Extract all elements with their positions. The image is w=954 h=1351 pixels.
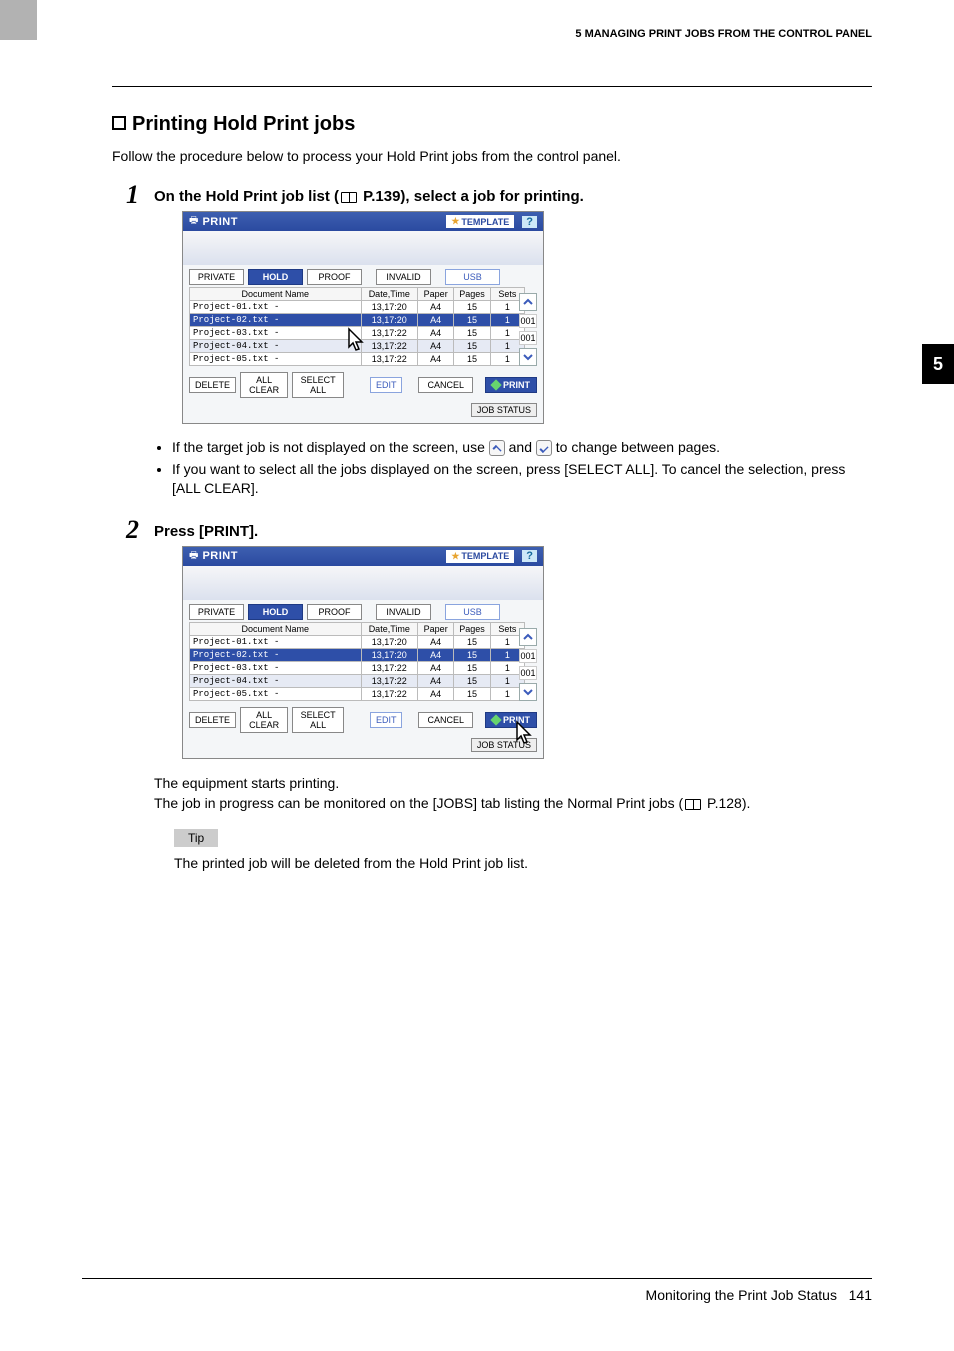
tab-invalid[interactable]: INVALID	[376, 604, 431, 620]
scroll-down-icon[interactable]	[519, 683, 537, 701]
select-all-button[interactable]: SELECT ALL	[292, 707, 344, 733]
cancel-button[interactable]: CANCEL	[418, 712, 473, 728]
table-row[interactable]: Project-01.txt -13,17:20A4151	[190, 635, 525, 648]
scroll-up-icon[interactable]	[519, 628, 537, 646]
col-dt: Date,Time	[361, 288, 418, 301]
edit-button[interactable]: EDIT	[370, 712, 403, 728]
job-status-button[interactable]: JOB STATUS	[471, 403, 537, 417]
start-icon	[490, 379, 501, 390]
table-row[interactable]: Project-01.txt -13,17:20A4151	[190, 301, 525, 314]
panel-title: PRINT	[202, 550, 238, 562]
select-all-button[interactable]: SELECT ALL	[292, 372, 344, 398]
tab-usb[interactable]: USB	[445, 269, 500, 285]
template-button[interactable]: ★TEMPLATE	[446, 550, 514, 563]
edit-button[interactable]: EDIT	[370, 377, 403, 393]
scroll-down-icon[interactable]	[519, 348, 537, 366]
all-clear-button[interactable]: ALL CLEAR	[240, 707, 288, 733]
col-pages: Pages	[454, 288, 490, 301]
print-button[interactable]: PRINT	[485, 712, 537, 728]
delete-button[interactable]: DELETE	[189, 712, 236, 728]
table-row[interactable]: Project-05.txt -13,17:22A4151	[190, 687, 525, 700]
table-row[interactable]: Project-03.txt -13,17:22A4151	[190, 327, 525, 340]
print-panel: 🖶 PRINT ★TEMPLATE ? PRIVATE HOLD PROOF	[182, 211, 544, 424]
table-row[interactable]: Project-02.txt -13,17:20A4151	[190, 314, 525, 327]
col-paper: Paper	[418, 288, 454, 301]
table-row[interactable]: Project-02.txt -13,17:20A4151	[190, 648, 525, 661]
step1-bullet2: If you want to select all the jobs displ…	[172, 460, 872, 499]
start-icon	[490, 714, 501, 725]
print-button[interactable]: PRINT	[485, 377, 537, 393]
col-doc: Document Name	[190, 288, 362, 301]
page-total: 001	[519, 331, 537, 345]
book-icon	[685, 799, 701, 810]
square-bullet-icon	[112, 116, 126, 130]
table-row[interactable]: Project-03.txt -13,17:22A4151	[190, 661, 525, 674]
step-number: 2	[126, 515, 139, 545]
printer-icon: 🖶	[189, 548, 198, 565]
chapter-tab: 5	[922, 344, 954, 384]
page-current: 001	[519, 314, 537, 328]
template-button[interactable]: ★TEMPLATE	[446, 215, 514, 228]
page-decoration	[0, 0, 37, 40]
step2-title: Press [PRINT].	[154, 523, 872, 540]
star-icon: ★	[451, 551, 459, 562]
delete-button[interactable]: DELETE	[189, 377, 236, 393]
print-panel: 🖶 PRINT ★TEMPLATE ? PRIVATE HOLD PROOF	[182, 546, 544, 759]
panel-title: PRINT	[202, 216, 238, 228]
tab-invalid[interactable]: INVALID	[376, 269, 431, 285]
job-table: Document Name Date,Time Paper Pages Sets…	[189, 287, 525, 366]
star-icon: ★	[451, 216, 459, 227]
tip-label: Tip	[174, 829, 218, 847]
page-footer: Monitoring the Print Job Status 141	[82, 1278, 872, 1303]
table-row[interactable]: Project-04.txt -13,17:22A4151	[190, 674, 525, 687]
up-arrow-icon	[489, 440, 505, 456]
job-status-button[interactable]: JOB STATUS	[471, 738, 537, 752]
section-title: Printing Hold Print jobs	[112, 113, 872, 136]
cancel-button[interactable]: CANCEL	[418, 377, 473, 393]
tab-private[interactable]: PRIVATE	[189, 269, 244, 285]
help-button[interactable]: ?	[522, 550, 537, 562]
scroll-up-icon[interactable]	[519, 293, 537, 311]
tab-usb[interactable]: USB	[445, 604, 500, 620]
tab-hold[interactable]: HOLD	[248, 269, 303, 285]
all-clear-button[interactable]: ALL CLEAR	[240, 372, 288, 398]
step1-title: On the Hold Print job list ( P.139), sel…	[154, 188, 872, 205]
down-arrow-icon	[536, 440, 552, 456]
step-number: 1	[126, 180, 139, 210]
job-table: Document Name Date,Time Paper Pages Sets…	[189, 622, 525, 701]
tab-hold[interactable]: HOLD	[248, 604, 303, 620]
step1-bullet1: If the target job is not displayed on th…	[172, 438, 872, 458]
chapter-header: 5 MANAGING PRINT JOBS FROM THE CONTROL P…	[575, 28, 872, 40]
printer-icon: 🖶	[189, 213, 198, 230]
book-icon	[341, 192, 357, 203]
tab-proof[interactable]: PROOF	[307, 269, 362, 285]
table-row[interactable]: Project-04.txt -13,17:22A4151	[190, 340, 525, 353]
tip-text: The printed job will be deleted from the…	[174, 853, 872, 873]
step2-result1: The equipment starts printing.	[154, 773, 872, 793]
tab-private[interactable]: PRIVATE	[189, 604, 244, 620]
help-button[interactable]: ?	[522, 216, 537, 228]
table-row[interactable]: Project-05.txt -13,17:22A4151	[190, 353, 525, 366]
tab-proof[interactable]: PROOF	[307, 604, 362, 620]
intro-text: Follow the procedure below to process yo…	[112, 148, 872, 164]
step2-result2: The job in progress can be monitored on …	[154, 793, 872, 813]
